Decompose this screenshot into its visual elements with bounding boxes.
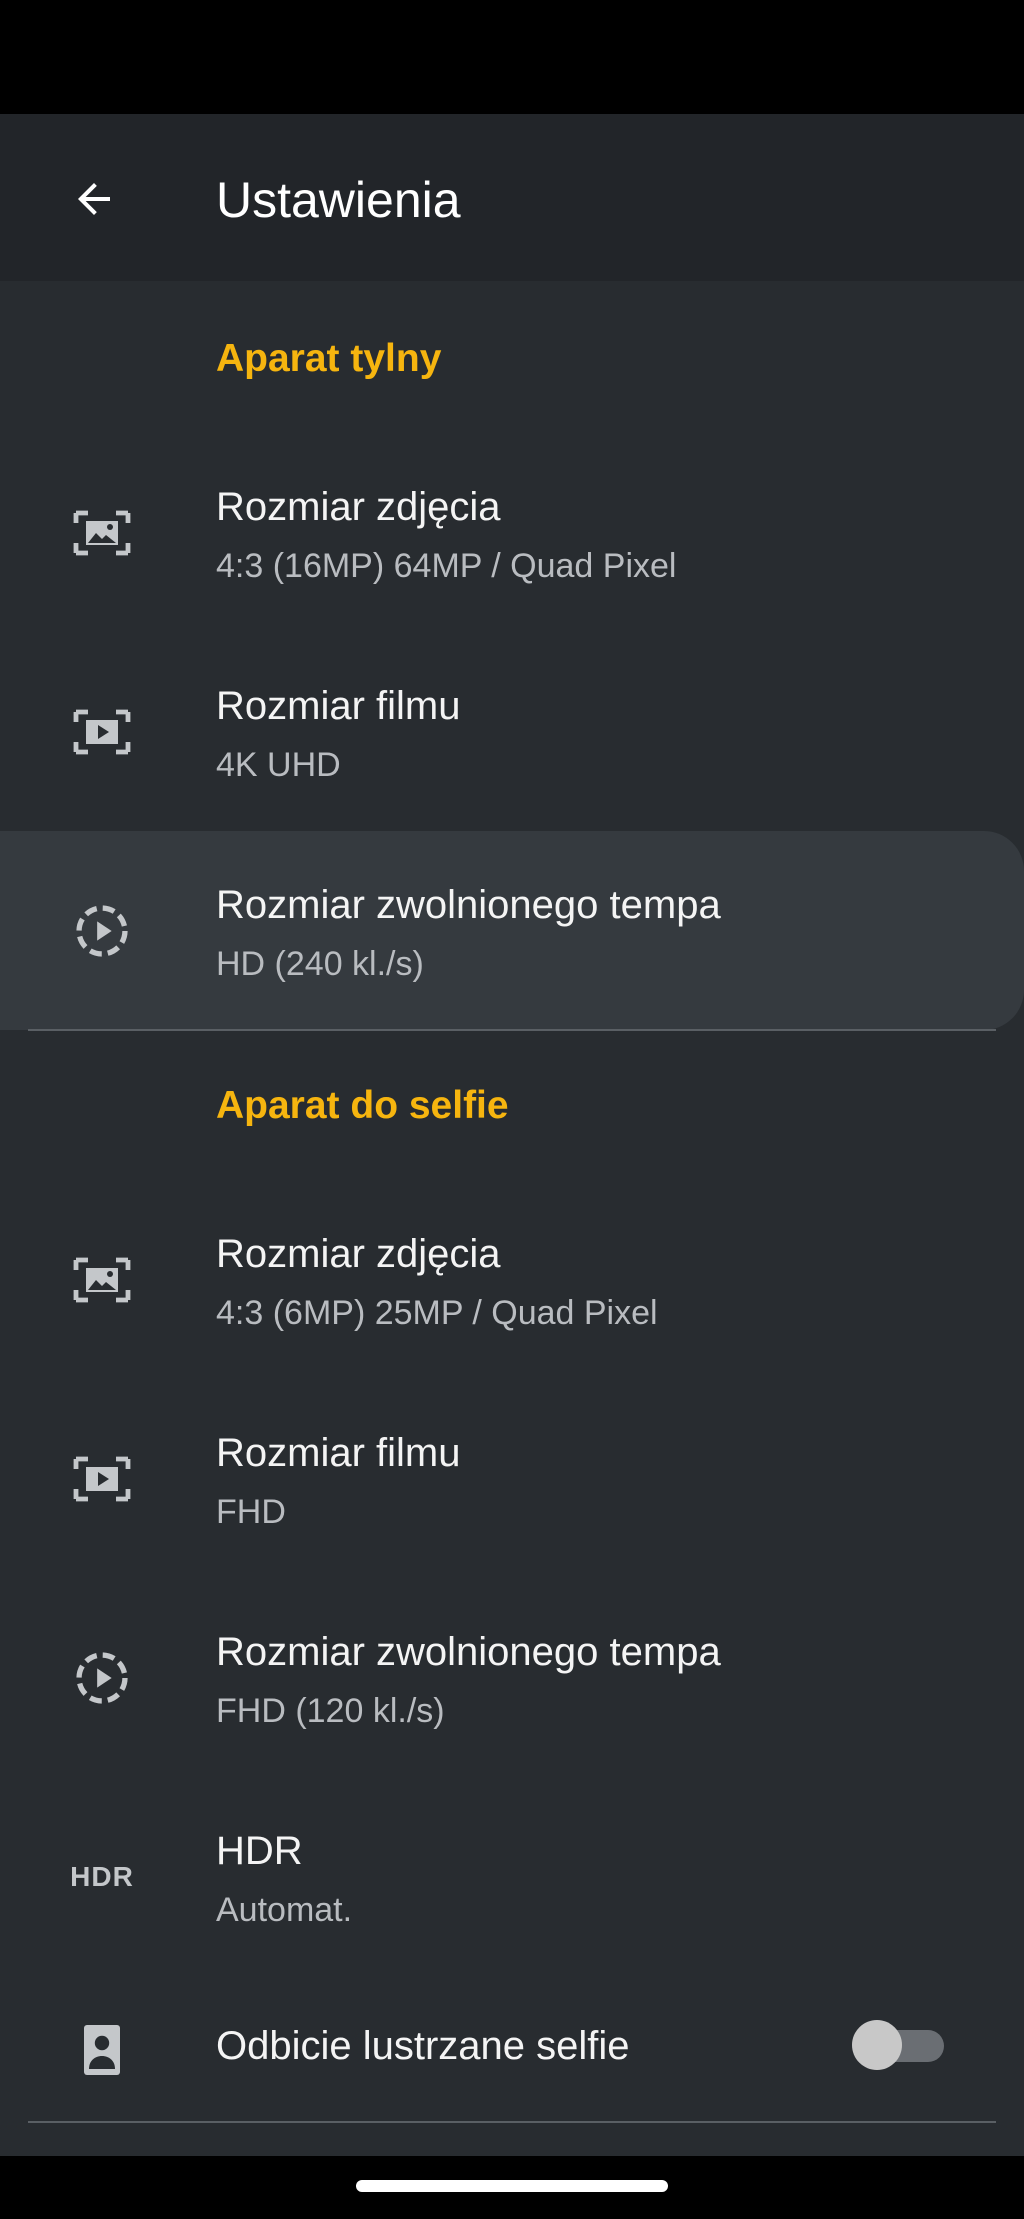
rear-slow-motion-item[interactable]: Rozmiar zwolnionego tempa HD (240 kl./s): [0, 831, 1024, 1030]
arrow-back-icon: [78, 183, 110, 215]
item-value: HD (240 kl./s): [216, 945, 424, 983]
item-title: Odbicie lustrzane selfie: [216, 2024, 630, 2068]
item-title: Rozmiar filmu: [216, 1431, 461, 1475]
photo-size-icon: [70, 1248, 134, 1312]
item-value: Automat.: [216, 1891, 353, 1929]
section-header-selfie: Aparat do selfie: [216, 1084, 509, 1127]
page-title: Ustawienia: [216, 172, 461, 228]
photo-size-icon: [70, 501, 134, 565]
item-value: 4:3 (16MP) 64MP / Quad Pixel: [216, 547, 677, 585]
selfie-photo-size-item[interactable]: Rozmiar zdjęcia 4:3 (6MP) 25MP / Quad Pi…: [0, 1180, 1024, 1379]
section-divider: [28, 2121, 996, 2123]
item-title: Rozmiar zwolnionego tempa: [216, 883, 721, 927]
selfie-slow-motion-item[interactable]: Rozmiar zwolnionego tempa FHD (120 kl./s…: [0, 1578, 1024, 1777]
selfie-video-size-item[interactable]: Rozmiar filmu FHD: [0, 1379, 1024, 1578]
item-title: Rozmiar zdjęcia: [216, 1232, 501, 1276]
item-value: FHD: [216, 1493, 286, 1531]
video-size-icon: [70, 1447, 134, 1511]
video-size-icon: [70, 700, 134, 764]
item-value: 4:3 (6MP) 25MP / Quad Pixel: [216, 1294, 658, 1332]
portrait-icon: [70, 2018, 134, 2082]
app-bar: [0, 114, 1024, 281]
item-value: FHD (120 kl./s): [216, 1692, 445, 1730]
item-title: Rozmiar zdjęcia: [216, 485, 501, 529]
item-title: Rozmiar filmu: [216, 684, 461, 728]
item-title: Rozmiar zwolnionego tempa: [216, 1630, 721, 1674]
slow-motion-icon: [70, 1646, 134, 1710]
mirror-selfie-toggle[interactable]: [852, 2020, 948, 2070]
slow-motion-icon: [70, 899, 134, 963]
toggle-thumb: [852, 2020, 902, 2070]
hdr-icon-label: HDR: [70, 1861, 134, 1892]
home-gesture-handle[interactable]: [356, 2180, 668, 2192]
item-title: HDR: [216, 1829, 303, 1873]
section-divider: [28, 1029, 996, 1031]
back-button[interactable]: [58, 163, 130, 235]
selfie-hdr-item[interactable]: HDR HDR Automat.: [0, 1777, 1024, 1976]
rear-photo-size-item[interactable]: Rozmiar zdjęcia 4:3 (16MP) 64MP / Quad P…: [0, 433, 1024, 632]
section-header-rear: Aparat tylny: [216, 337, 442, 380]
rear-video-size-item[interactable]: Rozmiar filmu 4K UHD: [0, 632, 1024, 831]
hdr-icon: HDR: [70, 1845, 134, 1909]
status-bar: [0, 0, 1024, 114]
item-value: 4K UHD: [216, 746, 341, 784]
